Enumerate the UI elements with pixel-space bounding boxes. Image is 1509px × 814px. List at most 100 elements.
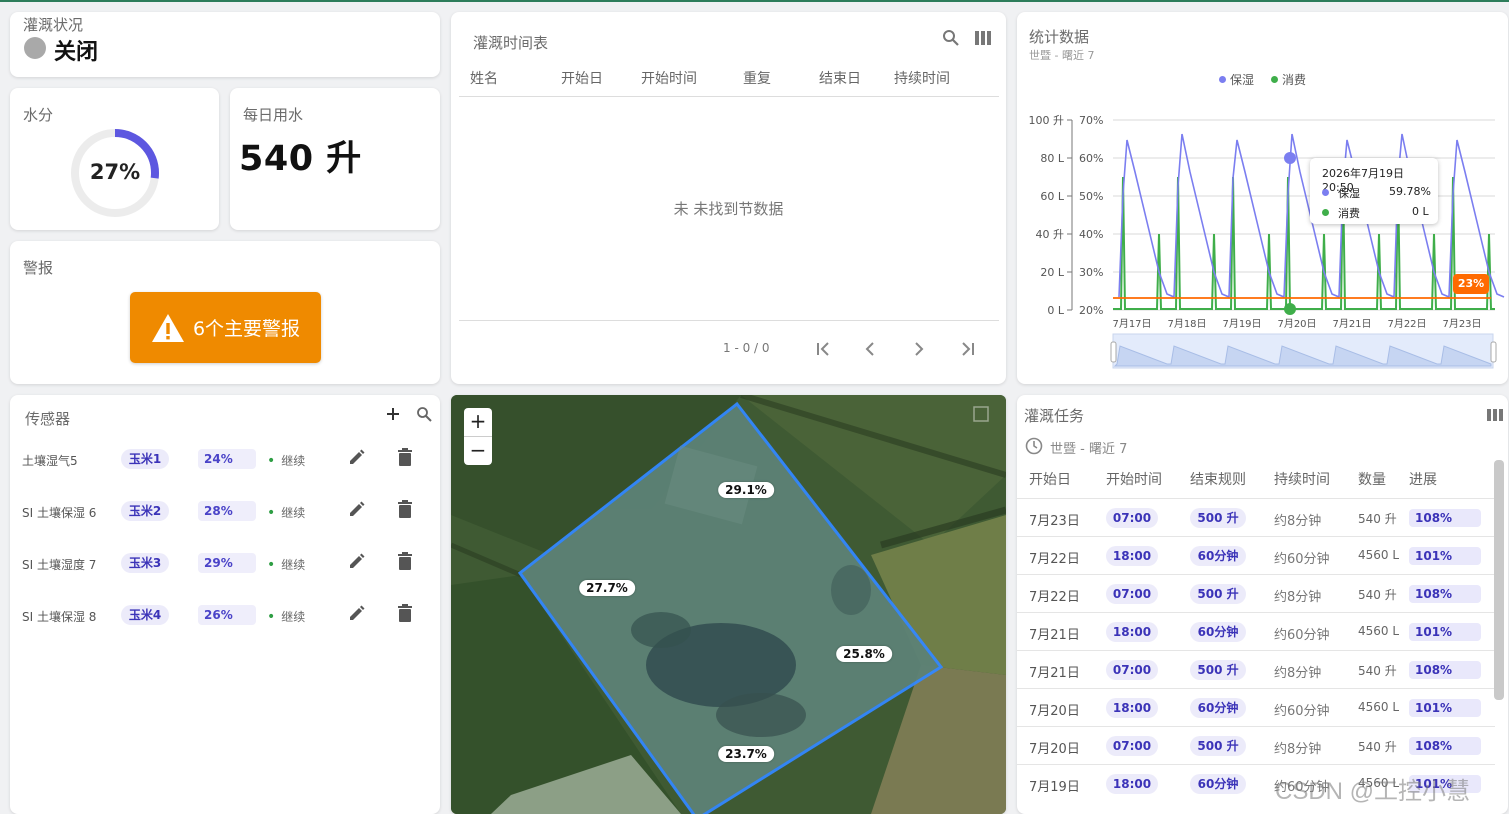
- columns-icon[interactable]: [975, 31, 991, 45]
- task-duration: 约60分钟: [1274, 704, 1330, 719]
- x-tick-label: 7月20日: [1277, 318, 1316, 330]
- task-duration: 约60分钟: [1274, 552, 1330, 567]
- sensor-row[interactable]: SI 土壤保湿 6 玉米2 28% • 继续: [10, 497, 440, 527]
- search-icon[interactable]: [416, 406, 432, 422]
- irrigation-status-title: 灌溉状况: [23, 16, 84, 34]
- sensor-state-label: 继续: [281, 610, 306, 624]
- tooltip-moisture-label: 保湿: [1338, 187, 1360, 200]
- task-rule-chip: 500 升: [1190, 736, 1246, 756]
- irrigation-status-value: 关闭: [54, 40, 99, 65]
- major-alarms-label: 6个主要警报: [192, 318, 301, 340]
- sensor-crop-tag[interactable]: 玉米2: [121, 501, 169, 521]
- tasks-col-start-date[interactable]: 开始日: [1029, 469, 1071, 489]
- add-icon[interactable]: [385, 406, 401, 422]
- sensor-row[interactable]: SI 土壤保湿 8 玉米4 26% • 继续: [10, 601, 440, 631]
- clock-icon: [1025, 437, 1043, 455]
- y-tick-left: 60 L: [1040, 190, 1064, 203]
- task-quantity: 540 升: [1358, 588, 1397, 602]
- tooltip-consumption-value: 0 L: [1412, 205, 1429, 218]
- y-tick-left: 40 升: [1036, 228, 1065, 241]
- first-page-icon[interactable]: [816, 342, 832, 356]
- task-row[interactable]: 7月21日 07:00 500 升 约8分钟 540 升 108%: [1017, 650, 1495, 689]
- tasks-scrollbar[interactable]: [1494, 460, 1504, 700]
- delete-icon[interactable]: [396, 447, 414, 467]
- hover-point-moisture[interactable]: [1284, 152, 1296, 164]
- task-row[interactable]: 7月23日 07:00 500 升 约8分钟 540 升 108%: [1017, 498, 1495, 537]
- tasks-col-quantity[interactable]: 数量: [1358, 469, 1386, 489]
- hover-point-consumption[interactable]: [1284, 303, 1296, 315]
- x-tick-label: 7月19日: [1222, 318, 1261, 330]
- edit-icon[interactable]: [347, 447, 367, 467]
- sensor-value: 28%: [198, 501, 256, 521]
- y-tick-right: 30%: [1079, 266, 1103, 279]
- daily-water-title: 每日用水: [243, 106, 304, 124]
- zoom-in-button[interactable]: +: [464, 408, 492, 437]
- edit-icon[interactable]: [347, 499, 367, 519]
- zone-moisture-label[interactable]: 25.8%: [836, 646, 892, 662]
- y-tick-left: 0 L: [1047, 304, 1064, 317]
- sensor-value: 24%: [198, 449, 256, 469]
- tasks-col-start-time[interactable]: 开始时间: [1106, 469, 1162, 489]
- zoom-out-button[interactable]: −: [464, 437, 492, 465]
- sensor-row[interactable]: 土壤湿气5 玉米1 24% • 继续: [10, 445, 440, 475]
- task-time-chip: 07:00: [1106, 584, 1158, 604]
- task-progress: 101%: [1409, 699, 1481, 717]
- task-row[interactable]: 7月20日 18:00 60分钟 约60分钟 4560 L 101%: [1017, 688, 1495, 727]
- schedule-col-name[interactable]: 姓名: [470, 68, 498, 88]
- zone-moisture-label[interactable]: 29.1%: [718, 482, 774, 498]
- moisture-title: 水分: [23, 106, 54, 124]
- task-row[interactable]: 7月20日 07:00 500 升 约8分钟 540 升 108%: [1017, 726, 1495, 765]
- statistics-card: 统计数据 世暨 - 曙近 7 保湿 消费 100 升 70% 80 L 60% 60 L…: [1017, 12, 1508, 384]
- task-quantity: 4560 L: [1358, 700, 1400, 714]
- navigator-left-handle[interactable]: [1110, 341, 1117, 363]
- tasks-col-duration[interactable]: 持续时间: [1274, 469, 1330, 489]
- tasks-col-end-rule[interactable]: 结束规则: [1190, 469, 1246, 489]
- edit-icon[interactable]: [347, 551, 367, 571]
- delete-icon[interactable]: [396, 551, 414, 571]
- prev-page-icon[interactable]: [864, 342, 876, 356]
- sensor-state-label: 继续: [281, 454, 306, 468]
- sensor-crop-tag[interactable]: 玉米3: [121, 553, 169, 573]
- major-alarms-button[interactable]: 6个主要警报: [130, 292, 321, 363]
- task-row[interactable]: 7月22日 07:00 500 升 约8分钟 540 升 108%: [1017, 574, 1495, 613]
- task-progress: 108%: [1409, 661, 1481, 679]
- schedule-col-start-time[interactable]: 开始时间: [641, 68, 697, 88]
- edit-icon[interactable]: [347, 603, 367, 623]
- schedule-col-duration[interactable]: 持续时间: [894, 68, 950, 88]
- task-duration: 约8分钟: [1274, 666, 1322, 681]
- task-progress: 108%: [1409, 509, 1481, 527]
- sensor-crop-tag[interactable]: 玉米1: [121, 449, 169, 469]
- sensor-row[interactable]: SI 土壤湿度 7 玉米3 29% • 继续: [10, 549, 440, 579]
- y-tick-right: 20%: [1079, 304, 1103, 317]
- task-progress: 101%: [1409, 547, 1481, 565]
- daily-water-value: 540 升: [239, 139, 362, 179]
- delete-icon[interactable]: [396, 603, 414, 623]
- delete-icon[interactable]: [396, 499, 414, 519]
- columns-icon[interactable]: [1487, 409, 1503, 421]
- task-rule-chip: 60分钟: [1190, 698, 1246, 718]
- zone-moisture-label[interactable]: 23.7%: [718, 746, 774, 762]
- schedule-col-start-date[interactable]: 开始日: [561, 68, 603, 88]
- tasks-range: 世暨 - 曙近 7: [1050, 442, 1128, 457]
- schedule-col-end-date[interactable]: 结束日: [819, 68, 861, 88]
- search-icon[interactable]: [942, 29, 960, 47]
- next-page-icon[interactable]: [913, 342, 925, 356]
- y-tick-left: 80 L: [1040, 152, 1064, 165]
- task-progress: 108%: [1409, 737, 1481, 755]
- last-page-icon[interactable]: [959, 342, 975, 356]
- navigator-right-handle[interactable]: [1490, 341, 1497, 363]
- task-row[interactable]: 7月21日 18:00 60分钟 约60分钟 4560 L 101%: [1017, 612, 1495, 651]
- task-time-chip: 18:00: [1106, 698, 1158, 718]
- zone-moisture-label[interactable]: 27.7%: [579, 580, 635, 596]
- watermark: CSDN @工控小慧: [1275, 778, 1471, 805]
- schedule-col-repeat[interactable]: 重复: [743, 68, 771, 88]
- task-time-chip: 18:00: [1106, 546, 1158, 566]
- sensor-crop-tag[interactable]: 玉米4: [121, 605, 169, 625]
- task-date: 7月22日: [1029, 590, 1080, 605]
- field-map[interactable]: + − 29.1% 27.7% 25.8% 23.7%: [451, 395, 1006, 814]
- schedule-title: 灌溉时间表: [473, 34, 549, 52]
- task-row[interactable]: 7月22日 18:00 60分钟 约60分钟 4560 L 101%: [1017, 536, 1495, 575]
- sensors-title: 传感器: [25, 410, 71, 428]
- state-dot-icon: •: [267, 557, 276, 573]
- tasks-col-progress[interactable]: 进展: [1409, 469, 1437, 489]
